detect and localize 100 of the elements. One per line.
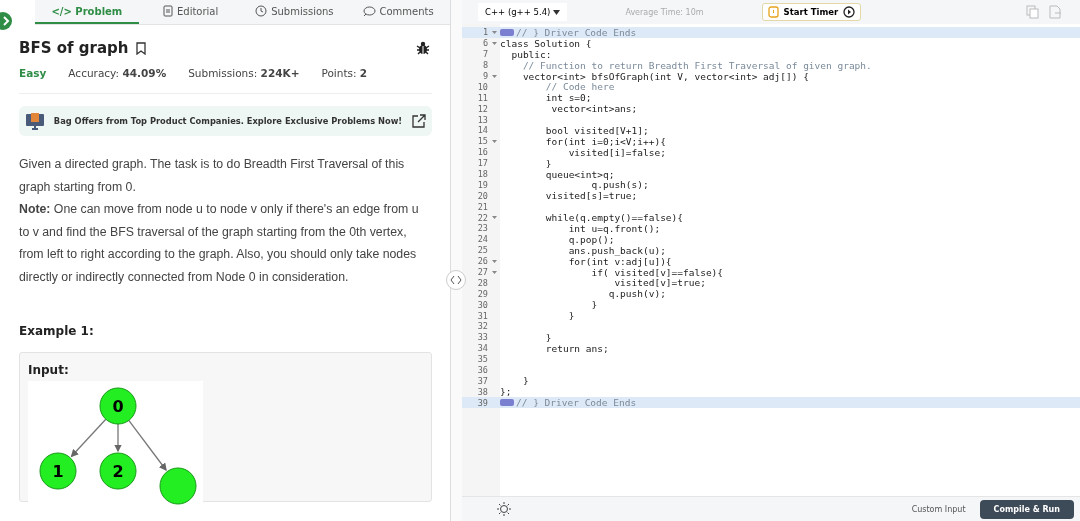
fold-arrow-icon[interactable] (491, 258, 497, 264)
code-line: int s=0; (544, 92, 592, 104)
code-line: } (544, 331, 552, 343)
folded-code-icon[interactable] (500, 399, 514, 407)
line-number: 11 (476, 92, 488, 103)
line-number: 10 (476, 81, 488, 92)
code-line: } (544, 157, 552, 169)
code-line: vector<int>ans; (550, 103, 638, 115)
graph-node: 1 (39, 452, 77, 490)
document-icon (163, 5, 173, 17)
line-number: 9 (481, 71, 488, 81)
compile-run-button[interactable]: Compile & Run (979, 499, 1074, 519)
custom-input-link[interactable]: Custom Input (911, 504, 966, 514)
tab[interactable]: Comments (346, 0, 450, 24)
line-number: 7 (481, 49, 488, 60)
line-number: 25 (476, 245, 488, 256)
fold-arrow-icon[interactable] (491, 40, 497, 46)
bookmark-icon[interactable] (136, 41, 147, 55)
graph-node: 2 (99, 452, 137, 490)
line-number: 6 (481, 38, 488, 49)
line-number: 22 (476, 212, 488, 223)
arrows-icon (450, 275, 462, 285)
code-line: q.pop(); (567, 233, 615, 245)
line-number: 30 (476, 299, 488, 310)
problem-title: BFS of graph (19, 39, 129, 57)
fold-arrow-icon[interactable] (491, 215, 497, 221)
external-link-icon[interactable] (411, 113, 427, 129)
code-line: } (521, 375, 529, 387)
stat-text: Accuracy: 44.09% (68, 67, 167, 79)
tab[interactable]: Editorial (138, 0, 243, 24)
graph-edge-arrow (114, 423, 122, 453)
line-number: 13 (476, 114, 488, 125)
line-number: 33 (476, 332, 488, 343)
copy-icon[interactable] (1026, 5, 1039, 19)
line-number: 26 (476, 256, 488, 267)
line-number: 28 (476, 277, 488, 288)
timer-icon (767, 6, 779, 18)
resize-handle[interactable] (446, 270, 466, 290)
language-dropdown[interactable]: C++ (g++ 5.4) (478, 3, 568, 21)
theme-toggle-icon[interactable] (496, 501, 512, 517)
average-time-text: Average Time: 10m (625, 7, 704, 17)
code-line: return ans; (544, 342, 609, 354)
line-number: 18 (476, 169, 488, 179)
chat-bubble-icon (362, 5, 376, 17)
line-number: 35 (476, 354, 488, 365)
input-label: Input: (28, 363, 70, 377)
code-line: visited[i]=false; (567, 146, 666, 158)
fold-arrow-icon[interactable] (491, 269, 497, 275)
promo-banner[interactable]: Bag Offers from Top Product Companies. Explore Exclusive Problems Now! (19, 106, 432, 136)
folded-code-icon[interactable] (500, 28, 514, 36)
stat-text: Submissions: 224K+ (188, 67, 300, 79)
fold-arrow-icon[interactable] (491, 29, 497, 35)
problem-description: Given a directed graph. The task is to do Breadth First Traversal of this graph starting from 0. (19, 156, 406, 196)
bug-icon[interactable] (416, 41, 430, 55)
code-comment: // Code here (544, 81, 615, 93)
code-line: bool visited[V+1]; (544, 124, 649, 136)
code-line: while(q.empty()==false){ (544, 212, 684, 224)
line-number: 38 (476, 386, 488, 397)
start-timer-button[interactable]: Start Timer (761, 3, 862, 21)
example-heading: Example 1: (19, 324, 95, 338)
code-line: vector<int> bfsOfGraph(int V, vector<int> adj[]) { (521, 70, 809, 82)
line-number: 24 (476, 234, 488, 245)
line-number: 15 (476, 136, 488, 147)
tab[interactable]: Submissions (242, 0, 347, 24)
line-number: 32 (476, 321, 488, 332)
fold-arrow-icon[interactable] (491, 138, 497, 144)
fold-arrow-icon[interactable] (491, 73, 497, 79)
line-number: 20 (476, 190, 488, 201)
chevron-right-icon (2, 16, 10, 26)
tab[interactable]: </> Problem (35, 0, 139, 24)
code-line: ans.push_back(u); (567, 244, 666, 256)
code-line: if( visited[v]==false){ (590, 266, 724, 278)
code-line: class Solution { (500, 37, 592, 49)
code-line: visited[v]=true; (613, 277, 706, 289)
line-number: 17 (476, 158, 488, 169)
code-line: int u=q.front(); (567, 223, 661, 234)
problem-description: Note: One can move from node u to node v only if there's an edge from u to v and find the BFS traversal of the graph starting from the 0th vertex, from left to right according to the graph. Also, you should only take nodes directly or indirectly connected from Node 0 in consideration. (19, 201, 420, 286)
line-number: 23 (476, 223, 488, 234)
graph-edge-arrow (70, 418, 107, 458)
caret-icon (553, 9, 561, 15)
line-number: 36 (476, 365, 488, 376)
code-comment: // } Driver Code Ends (516, 397, 637, 409)
graph-edge-arrow (128, 419, 167, 472)
code-line: for(int i=0;i<V;i++){ (544, 135, 666, 147)
graph-node: 0 (99, 387, 137, 425)
graph-node (159, 467, 197, 505)
code-comment: // } Driver Code Ends (516, 26, 637, 38)
code-line: visited[s]=true; (544, 190, 638, 202)
clock-icon (255, 5, 268, 17)
line-number: 12 (476, 103, 488, 114)
code-line: } (567, 310, 575, 322)
play-icon (843, 6, 856, 18)
line-number: 8 (481, 60, 488, 71)
line-number: 34 (476, 343, 488, 354)
code-line: }; (500, 386, 512, 398)
code-line: q.push(s); (591, 179, 649, 191)
code-editor[interactable] (462, 24, 1080, 496)
stat-text: Points: 2 (321, 67, 368, 79)
code-line: q.push(v); (607, 288, 666, 300)
line-number: 27 (476, 267, 488, 278)
